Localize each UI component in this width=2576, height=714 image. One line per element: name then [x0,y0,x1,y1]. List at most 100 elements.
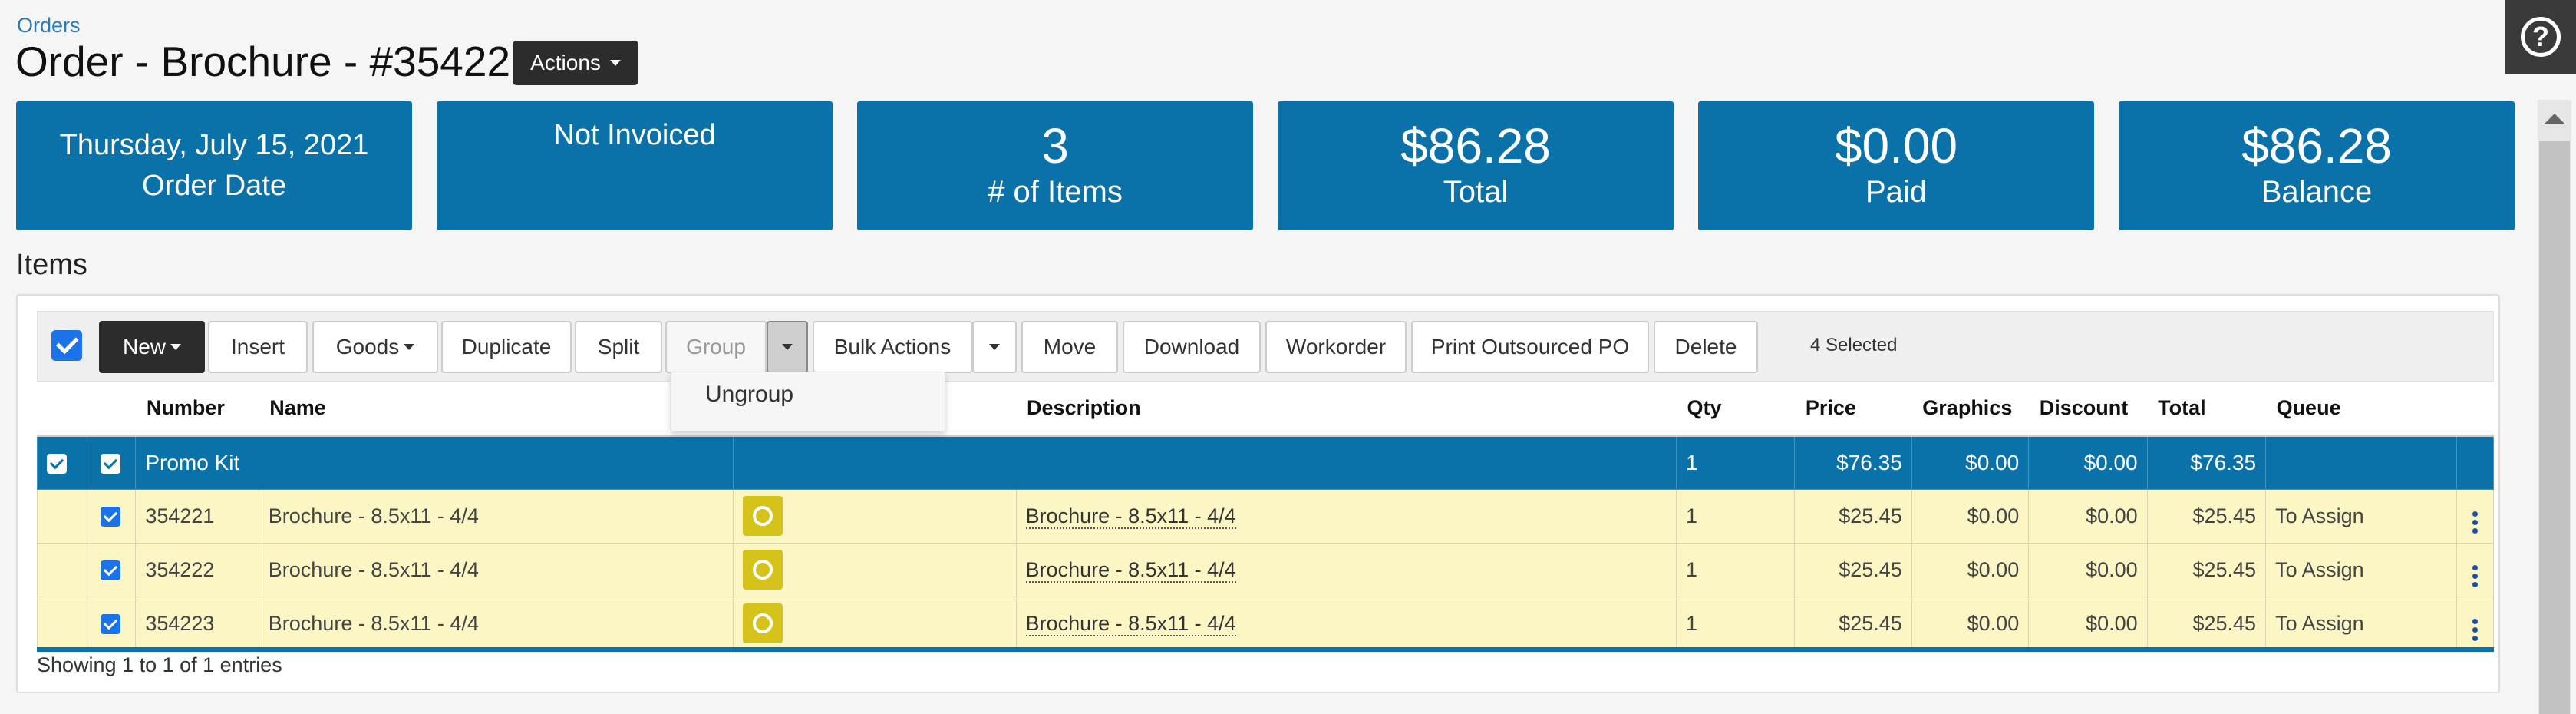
row-name: Brochure - 8.5x11 - 4/4 [258,542,734,597]
download-button[interactable]: Download [1123,321,1261,373]
status-circle-icon[interactable] [742,550,783,590]
delete-button[interactable]: Delete [1654,321,1758,373]
group-menu [2456,435,2495,490]
header-discount[interactable]: Discount [2028,382,2148,437]
header-total[interactable]: Total [2147,382,2266,437]
table-row[interactable]: 354222 Brochure - 8.5x11 - 4/4 Brochure … [36,542,2495,597]
row-select-cell[interactable] [91,542,137,597]
print-outsourced-po-button[interactable]: Print Outsourced PO [1411,321,1649,373]
scroll-up-arrow-icon[interactable] [2544,114,2565,124]
page-title: Order - Brochure - #35422 [15,38,511,85]
row-checkbox[interactable] [101,507,121,527]
row-number: 354223 [135,596,259,651]
table-info: Showing 1 to 1 of 1 entries [37,653,282,676]
workorder-button[interactable]: Workorder [1265,321,1407,373]
question-icon: ? [2521,17,2561,57]
bulk-actions-button[interactable]: Bulk Actions [813,321,972,373]
row-qty: 1 [1675,542,1796,597]
row-checkbox[interactable] [101,614,121,635]
breadcrumb-orders[interactable]: Orders [17,14,81,38]
table-header-row: Number Name Description Qty Price Graphi… [37,382,2494,437]
scrollbar-thumb[interactable] [2539,141,2570,714]
row-description[interactable]: Brochure - 8.5x11 - 4/4 [1015,488,1677,544]
item-count-card: 3 # of Items [857,101,1253,230]
row-queue: To Assign [2265,542,2457,597]
status-circle-icon[interactable] [742,496,783,536]
goods-button[interactable]: Goods [312,321,438,373]
row-select-cell[interactable] [91,596,137,651]
row-menu-cell[interactable] [2456,542,2495,597]
move-button[interactable]: Move [1021,321,1118,373]
row-select-cell[interactable] [91,488,137,544]
group-row[interactable]: Promo Kit 1 $76.35 $0.00 $0.00 $76.35 [36,435,2495,490]
split-button[interactable]: Split [575,321,662,373]
kebab-menu-icon[interactable] [2472,619,2478,641]
kebab-menu-icon[interactable] [2472,511,2478,534]
group-name: Promo Kit [135,435,734,490]
item-count-value: 3 [1041,118,1069,174]
balance-value: $86.28 [2241,118,2392,174]
balance-card: $86.28 Balance [2119,101,2515,230]
group-checkbox[interactable] [47,454,67,474]
header-queue[interactable]: Queue [2265,382,2457,437]
row-spacer [36,542,92,597]
chevron-down-icon [404,344,415,350]
bulk-actions-dropdown-toggle[interactable] [972,321,1017,373]
status-circle-icon[interactable] [742,603,783,643]
chevron-down-icon [989,344,1000,350]
group-price: $76.35 [1794,435,1912,490]
row-total: $25.45 [2146,542,2267,597]
group-button[interactable]: Group [665,321,767,373]
row-menu-cell[interactable] [2456,488,2495,544]
total-label: Total [1443,174,1509,209]
new-button[interactable]: New [99,321,205,373]
table-row[interactable]: 354221 Brochure - 8.5x11 - 4/4 Brochure … [36,488,2495,544]
row-menu-cell[interactable] [2456,596,2495,651]
table-row[interactable]: 354223 Brochure - 8.5x11 - 4/4 Brochure … [36,596,2495,651]
group-child-select-cell[interactable] [91,435,137,490]
order-date-label: Order Date [142,170,286,202]
header-graphics[interactable]: Graphics [1911,382,2029,437]
group-child-checkbox[interactable] [101,454,121,474]
header-qty[interactable]: Qty [1676,382,1795,437]
help-button[interactable]: ? [2505,0,2576,74]
row-queue: To Assign [2265,488,2457,544]
insert-button[interactable]: Insert [208,321,308,373]
actions-button[interactable]: Actions [513,41,638,85]
row-qty: 1 [1675,596,1796,651]
row-graphics: $0.00 [1911,596,2030,651]
group-total: $76.35 [2146,435,2267,490]
vertical-scrollbar[interactable] [2538,100,2571,714]
items-heading: Items [16,249,87,281]
item-count-label: # of Items [988,174,1123,209]
row-discount: $0.00 [2028,596,2148,651]
row-number: 354221 [135,488,259,544]
header-description[interactable]: Description [1016,382,1677,437]
chevron-down-icon [782,344,793,350]
actions-label: Actions [530,51,601,74]
row-spacer [36,596,92,651]
header-number[interactable]: Number [135,382,259,437]
group-dropdown-toggle[interactable] [767,321,808,373]
row-graphics: $0.00 [1911,542,2030,597]
header-select [37,382,91,437]
row-name: Brochure - 8.5x11 - 4/4 [258,488,734,544]
total-card: $86.28 Total [1278,101,1674,230]
row-checkbox[interactable] [101,560,121,581]
group-select-cell[interactable] [36,435,92,490]
invoice-status-value: Not Invoiced [553,119,716,151]
header-name[interactable]: Name [259,382,734,437]
group-qty: 1 [1675,435,1796,490]
duplicate-button[interactable]: Duplicate [441,321,572,373]
header-select-child [91,382,136,437]
select-all-checkbox[interactable] [51,330,82,361]
header-price[interactable]: Price [1794,382,1912,437]
row-price: $25.45 [1794,488,1912,544]
order-date-card: Thursday, July 15, 2021 Order Date [16,101,412,230]
kebab-menu-icon[interactable] [2472,565,2478,587]
order-date-value: Thursday, July 15, 2021 [59,128,369,161]
ungroup-menu-item[interactable]: Ungroup [671,372,945,417]
row-description[interactable]: Brochure - 8.5x11 - 4/4 [1015,596,1677,651]
row-description[interactable]: Brochure - 8.5x11 - 4/4 [1015,542,1677,597]
chevron-down-icon [170,344,181,350]
